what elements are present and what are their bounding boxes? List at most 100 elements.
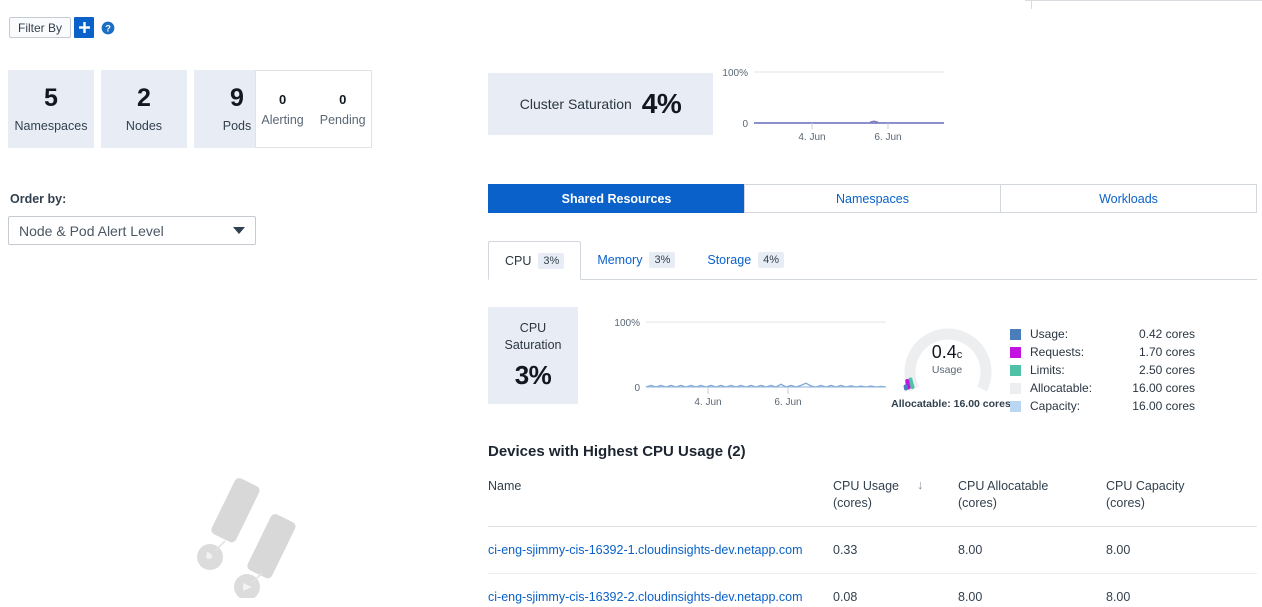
donut-center-value-group: 0.4c Usage (893, 342, 1001, 376)
legend-item-allocatable: Allocatable: 16.00 cores (1010, 379, 1195, 397)
order-by-value: Node & Pod Alert Level (19, 223, 233, 239)
filter-bar: Filter By ? (9, 17, 115, 38)
table-row: ci-eng-sjimmy-cis-16392-1.cloudinsights-… (488, 526, 1257, 573)
x-axis-tick-label: 4. Jun (694, 397, 721, 408)
legend-swatch (1010, 365, 1021, 376)
subtab-badge: 3% (649, 252, 675, 268)
alerting-value: 0 (279, 92, 286, 107)
column-header-line1: CPU Capacity (1106, 478, 1257, 495)
legend-swatch (1010, 401, 1021, 412)
legend-label: Allocatable: (1030, 381, 1118, 395)
subtab-badge: 4% (758, 252, 784, 268)
device-link[interactable]: ci-eng-sjimmy-cis-16392-1.cloudinsights-… (488, 543, 802, 557)
table-header: Name CPU Usage (cores) ↓ CPU Allocatable… (488, 478, 1257, 526)
legend-label: Limits: (1030, 363, 1118, 377)
legend-swatch (1010, 329, 1021, 340)
cluster-saturation-sparkline: 100% 0 4. Jun 6. Jun (720, 64, 948, 144)
help-circle-icon[interactable]: ? (101, 21, 115, 35)
cpu-saturation-label-line1: CPU (520, 320, 546, 337)
x-axis-tick-label: 6. Jun (874, 132, 901, 143)
pending-count[interactable]: 0 Pending (320, 92, 366, 127)
order-by-select[interactable]: Node & Pod Alert Level (8, 216, 256, 245)
legend-swatch (1010, 383, 1021, 394)
cluster-saturation-value: 4% (642, 88, 681, 120)
subtab-badge: 3% (538, 253, 564, 269)
subtab-label: CPU (505, 254, 531, 268)
cluster-saturation-card: Cluster Saturation 4% (488, 73, 713, 135)
tab-shared-resources[interactable]: Shared Resources (488, 184, 745, 213)
table-header-row: Name CPU Usage (cores) ↓ CPU Allocatable… (488, 478, 1257, 526)
cpu-saturation-card: CPU Saturation 3% (488, 307, 578, 404)
kpi-namespaces[interactable]: 5 Namespaces (8, 70, 94, 148)
legend-item-capacity: Capacity: 16.00 cores (1010, 397, 1195, 415)
subtab-label: Storage (707, 253, 751, 267)
tab-label: Shared Resources (562, 192, 672, 206)
column-header-line2: (cores) (958, 495, 1106, 512)
filter-by-label: Filter By (18, 21, 62, 35)
device-link[interactable]: ci-eng-sjimmy-cis-16392-2.cloudinsights-… (488, 590, 802, 604)
cpu-usage-donut-chart: 0.4c Usage Allocatable: 16.00 cores (893, 316, 1008, 411)
subtab-label: Memory (597, 253, 642, 267)
pending-value: 0 (339, 92, 346, 107)
column-header-cpu-capacity[interactable]: CPU Capacity (cores) (1106, 478, 1257, 526)
placeholder-watermark-icon (185, 473, 310, 598)
table-row: ci-eng-sjimmy-cis-16392-2.cloudinsights-… (488, 573, 1257, 607)
kpi-value: 5 (44, 85, 58, 111)
column-header-line2: (cores) (833, 495, 899, 512)
legend-swatch (1010, 347, 1021, 358)
kpi-label: Namespaces (15, 119, 88, 133)
cell-cpu-capacity: 8.00 (1106, 526, 1257, 573)
alerting-count[interactable]: 0 Alerting (261, 92, 303, 127)
legend-value: 16.00 cores (1118, 381, 1195, 395)
column-header-name[interactable]: Name (488, 478, 833, 526)
pod-alert-panel: 0 Alerting 0 Pending (255, 70, 372, 148)
column-header-cpu-usage[interactable]: CPU Usage (cores) ↓ (833, 478, 958, 526)
kpi-label: Pods (223, 119, 252, 133)
tab-namespaces[interactable]: Namespaces (744, 184, 1001, 213)
subtab-storage[interactable]: Storage 4% (691, 241, 800, 279)
resource-subtabs: CPU 3% Memory 3% Storage 4% (488, 241, 1257, 280)
cell-cpu-capacity: 8.00 (1106, 573, 1257, 607)
alerting-label: Alerting (261, 113, 303, 127)
legend-item-usage: Usage: 0.42 cores (1010, 325, 1195, 343)
donut-center-label: Usage (893, 364, 1001, 376)
legend-label: Usage: (1030, 327, 1118, 341)
cpu-saturation-sparkline: 100% 0 4. Jun 6. Jun (610, 310, 890, 408)
kubernetes-cluster-dashboard: Filter By ? 5 Namespaces 2 Nodes 9 Pods (0, 0, 1262, 607)
column-header-line1: Name (488, 478, 833, 495)
filter-by-button[interactable]: Filter By (9, 17, 71, 38)
legend-value: 16.00 cores (1118, 399, 1195, 413)
x-axis-tick-label: 4. Jun (798, 132, 825, 143)
svg-text:?: ? (105, 23, 111, 33)
y-axis-min-label: 0 (634, 383, 640, 394)
kpi-nodes[interactable]: 2 Nodes (101, 70, 187, 148)
cell-name: ci-eng-sjimmy-cis-16392-1.cloudinsights-… (488, 526, 833, 573)
cpu-saturation-value: 3% (515, 360, 552, 391)
y-axis-max-label: 100% (722, 68, 748, 79)
y-axis-min-label: 0 (742, 119, 748, 130)
pending-label: Pending (320, 113, 366, 127)
chevron-down-icon (233, 227, 245, 234)
donut-footer-allocatable: Allocatable: 16.00 cores (890, 398, 1012, 410)
tab-label: Workloads (1099, 192, 1158, 206)
legend-item-limits: Limits: 2.50 cores (1010, 361, 1195, 379)
cell-cpu-usage: 0.33 (833, 526, 958, 573)
header-vertical-divider (1031, 0, 1032, 9)
add-filter-button[interactable] (74, 17, 94, 38)
legend-value: 0.42 cores (1118, 327, 1195, 341)
order-by-label: Order by: (10, 192, 66, 206)
cell-name: ci-eng-sjimmy-cis-16392-2.cloudinsights-… (488, 573, 833, 607)
subtab-memory[interactable]: Memory 3% (581, 241, 691, 279)
column-header-cpu-allocatable[interactable]: CPU Allocatable (cores) (958, 478, 1106, 526)
cpu-usage-legend: Usage: 0.42 cores Requests: 1.70 cores L… (1010, 325, 1195, 415)
plus-icon (79, 22, 90, 33)
legend-value: 2.50 cores (1118, 363, 1195, 377)
column-header-line2: (cores) (1106, 495, 1257, 512)
donut-center-value: 0.4c (893, 342, 1001, 363)
sort-descending-arrow-icon[interactable]: ↓ (917, 478, 924, 491)
tab-workloads[interactable]: Workloads (1000, 184, 1257, 213)
subtab-cpu[interactable]: CPU 3% (488, 241, 581, 280)
x-axis-tick-label: 6. Jun (774, 397, 801, 408)
y-axis-max-label: 100% (614, 318, 640, 329)
cluster-saturation-label: Cluster Saturation (520, 96, 632, 112)
